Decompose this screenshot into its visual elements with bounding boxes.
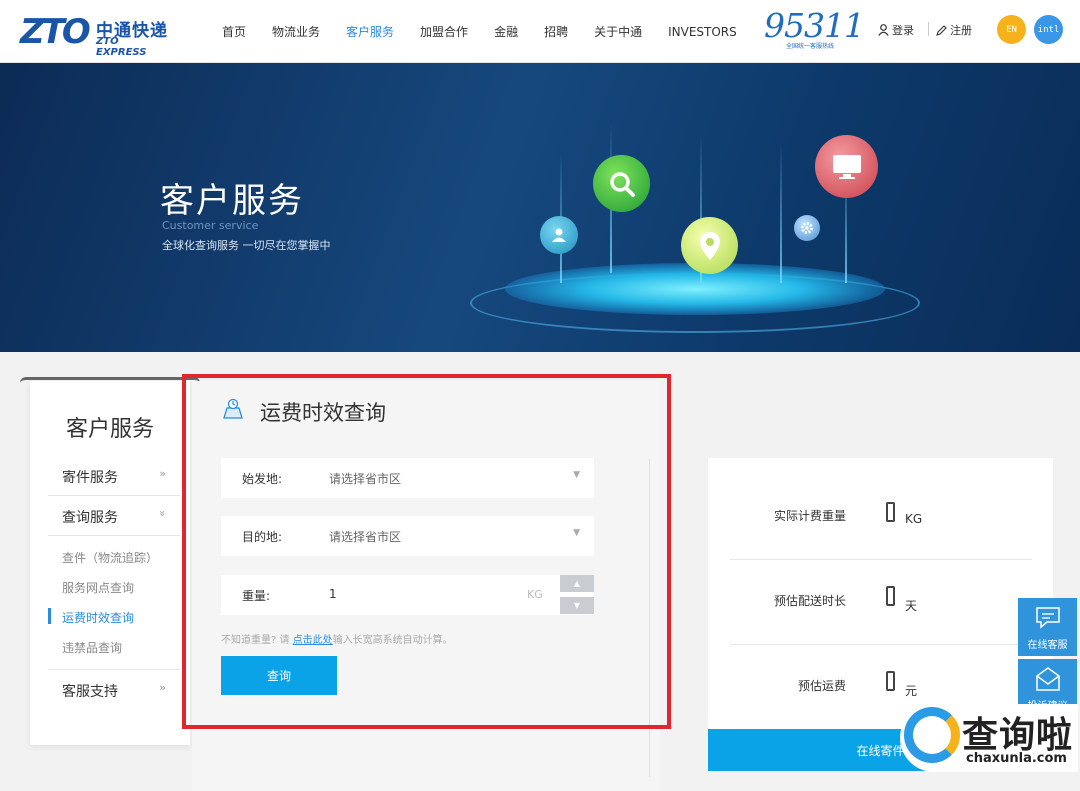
- sidebar-divider: [48, 535, 180, 536]
- user-icon: [540, 216, 578, 254]
- online-service-label: 在线客服: [1027, 640, 1068, 651]
- watermark-url: chaxunla.com: [966, 751, 1067, 766]
- result-label-cost: 预估运费: [797, 679, 846, 693]
- banner-subtitle-en: Customer service: [162, 219, 259, 232]
- hotline-number: 95311: [764, 6, 865, 45]
- nav-customer-service[interactable]: 客户服务: [346, 23, 394, 40]
- monitor-icon: [815, 135, 878, 198]
- sidebar-title: 客户服务: [65, 417, 154, 442]
- sidebar: 客户服务 寄件服务 » 查询服务 » 查件（物流追踪） 服务网点查询 运费时效查…: [30, 381, 190, 745]
- sidebar-sub-prohibited[interactable]: 违禁品查询: [62, 639, 122, 656]
- nav-home[interactable]: 首页: [222, 23, 246, 40]
- glow-line: [780, 143, 782, 283]
- chevron-right-icon: »: [159, 467, 166, 480]
- chat-bubble-icon: [1036, 607, 1060, 629]
- result-unit-weight: KG: [905, 512, 923, 526]
- banner-tagline: 全球化查询服务 一切尽在您掌握中: [162, 239, 331, 252]
- result-label-duration: 预估配送时长: [773, 594, 846, 608]
- sidebar-divider: [48, 669, 180, 670]
- pencil-icon: [936, 24, 947, 36]
- result-value-duration: [886, 586, 895, 606]
- hotline-logo: 95311 全国统一客服热线: [764, 6, 865, 52]
- chevron-right-icon: »: [159, 681, 166, 694]
- sidebar-item-label: 客服支持: [62, 684, 118, 700]
- login-link[interactable]: 登录: [878, 22, 914, 38]
- main-nav: 首页 物流业务 客户服务 加盟合作 金融 招聘 关于中通 INVESTORS: [222, 0, 763, 63]
- gear-icon: [794, 215, 820, 241]
- result-label-weight: 实际计费重量: [773, 509, 846, 523]
- hero-banner: 客户服务 Customer service 全球化查询服务 一切尽在您掌握中: [0, 63, 1080, 352]
- sidebar-item-query[interactable]: 查询服务 »: [62, 507, 180, 527]
- logo-english-name: ZTO EXPRESS: [96, 36, 147, 58]
- result-value-cost: [886, 671, 895, 691]
- sidebar-item-label: 查询服务: [62, 510, 118, 526]
- result-unit-cost: 元: [905, 684, 918, 698]
- sidebar-item-support[interactable]: 客服支持 »: [62, 681, 180, 701]
- nav-logistics[interactable]: 物流业务: [272, 23, 320, 40]
- result-divider: [730, 559, 1032, 560]
- hotline-caption: 全国统一客服热线: [786, 43, 835, 50]
- lang-en-button[interactable]: EN: [997, 15, 1026, 44]
- nav-franchise[interactable]: 加盟合作: [420, 23, 468, 40]
- envelope-icon: [1036, 667, 1060, 691]
- online-shipping-label: 在线寄件: [856, 743, 905, 758]
- banner-title: 客户服务: [160, 181, 304, 221]
- sidebar-item-send[interactable]: 寄件服务 »: [62, 467, 180, 487]
- nav-finance[interactable]: 金融: [494, 23, 518, 40]
- highlight-box: [182, 374, 671, 729]
- nav-investors[interactable]: INVESTORS: [668, 25, 737, 39]
- result-value-weight: [886, 502, 895, 522]
- result-divider: [730, 644, 1032, 645]
- top-header: ZTO 中通快递 ZTO EXPRESS 首页 物流业务 客户服务 加盟合作 金…: [0, 0, 1080, 63]
- login-label: 登录: [892, 24, 914, 37]
- sidebar-sub-freight[interactable]: 运费时效查询: [62, 609, 134, 626]
- active-indicator: [48, 608, 51, 624]
- glow-platform: [505, 263, 885, 315]
- register-link[interactable]: 注册: [936, 22, 972, 38]
- result-unit-duration: 天: [905, 599, 918, 613]
- search-icon: [593, 155, 650, 212]
- chevron-down-icon: »: [156, 510, 170, 517]
- logo-mark: ZTO: [20, 12, 91, 52]
- watermark-logo: [904, 707, 960, 763]
- sidebar-sub-outlets[interactable]: 服务网点查询: [62, 579, 134, 596]
- online-service-widget[interactable]: 在线客服: [1018, 598, 1077, 656]
- nav-careers[interactable]: 招聘: [544, 23, 568, 40]
- sidebar-divider: [48, 495, 180, 496]
- register-label: 注册: [950, 24, 972, 37]
- lang-intl-button[interactable]: intl: [1034, 15, 1063, 44]
- sidebar-sub-tracking[interactable]: 查件（物流追踪）: [62, 549, 158, 566]
- user-icon: [878, 24, 889, 36]
- auth-divider: [928, 22, 929, 36]
- nav-about[interactable]: 关于中通: [594, 23, 642, 40]
- zto-logo[interactable]: ZTO 中通快递 ZTO EXPRESS: [20, 12, 170, 58]
- location-pin-icon: [681, 217, 738, 274]
- sidebar-item-label: 寄件服务: [62, 470, 118, 486]
